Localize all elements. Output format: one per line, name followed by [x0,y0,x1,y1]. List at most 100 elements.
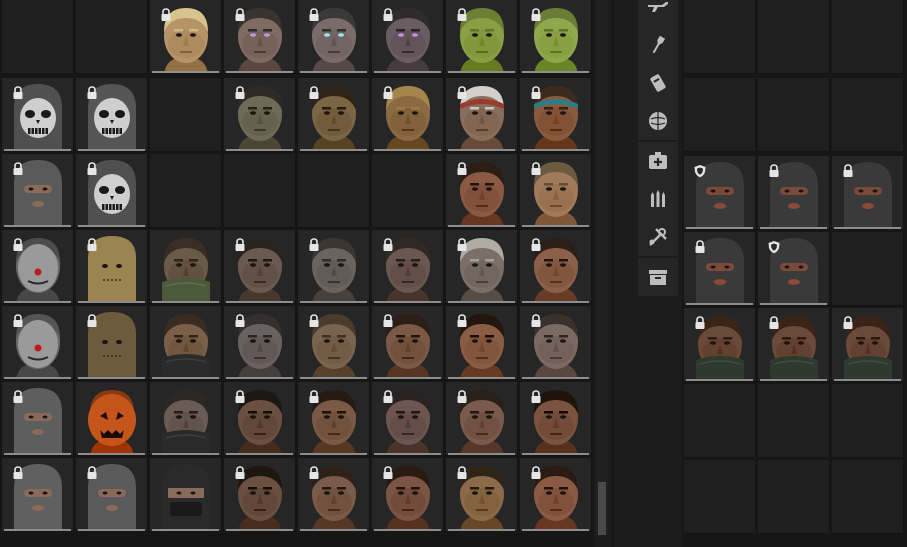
lock-icon [457,390,467,403]
face-item-slot[interactable] [684,308,756,382]
face-item-slot[interactable] [224,0,296,74]
face-item-slot[interactable] [2,306,74,380]
face-item-slot[interactable] [224,78,296,152]
face-item-slot[interactable] [76,78,148,152]
lock-icon [695,240,705,253]
face-item-slot[interactable] [76,154,148,228]
face-item-slot[interactable] [2,230,74,304]
category-tab-storage[interactable] [638,258,678,296]
face-item-slot[interactable] [150,0,222,74]
face-item-slot[interactable] [372,382,444,456]
slot-underline [522,377,589,379]
face-item-slot[interactable] [2,154,74,228]
face-item-slot[interactable] [520,382,592,456]
face-item-slot[interactable] [76,306,148,380]
face-item-slot[interactable] [758,232,830,306]
slot-underline [300,149,367,151]
face-item-slot[interactable] [832,156,904,230]
face-item-slot[interactable] [224,306,296,380]
face-item-slot[interactable] [224,382,296,456]
face-item-slot[interactable] [520,230,592,304]
lock-icon [383,8,393,21]
scrollbar-thumb[interactable] [598,482,606,535]
face-item-slot[interactable] [372,306,444,380]
face-item-slot[interactable] [758,308,830,382]
face-item-slot[interactable] [2,78,74,152]
slot-underline [78,453,145,455]
face-item-slot[interactable] [76,382,148,456]
face-item-slot[interactable] [150,230,222,304]
face-item-slot[interactable] [446,78,518,152]
face-item-slot[interactable] [298,0,370,74]
lock-icon [843,164,853,177]
face-item-slot[interactable] [298,306,370,380]
rifle-icon [648,2,668,12]
face-item-slot[interactable] [76,458,148,532]
slot-underline [834,227,901,229]
face-item-slot[interactable] [76,230,148,304]
lock-icon [457,86,467,99]
slot-underline [448,301,515,303]
slot-underline [226,529,293,531]
face-portrait [150,458,221,531]
slot-underline [374,453,441,455]
lock-icon [769,316,779,329]
face-item-slot[interactable] [150,458,222,532]
face-item-slot[interactable] [446,230,518,304]
face-item-slot[interactable] [224,230,296,304]
face-item-slot[interactable] [446,382,518,456]
category-tab-weapons[interactable] [638,0,678,26]
face-item-slot[interactable] [372,458,444,532]
shield-icon [768,241,780,254]
face-item-slot[interactable] [684,156,756,230]
face-item-slot[interactable] [758,156,830,230]
category-tab-medical[interactable] [638,142,678,180]
slot-underline [78,301,145,303]
face-item-slot[interactable] [520,0,592,74]
lock-icon [383,466,393,479]
slot-underline [300,453,367,455]
empty-slot [298,154,370,228]
slot-underline [300,301,367,303]
slot-underline [448,529,515,531]
category-tab-ammo-pouch[interactable] [638,102,678,140]
slot-underline [760,303,827,305]
face-item-slot[interactable] [298,382,370,456]
face-item-slot[interactable] [446,154,518,228]
face-item-slot[interactable] [520,306,592,380]
face-item-slot[interactable] [446,0,518,74]
lock-icon [457,314,467,327]
face-item-slot[interactable] [150,306,222,380]
lock-icon [235,238,245,251]
face-item-slot[interactable] [298,78,370,152]
category-tab-tools[interactable] [638,26,678,64]
face-item-slot[interactable] [372,230,444,304]
inventory-scrollbar[interactable] [596,0,608,535]
face-item-slot[interactable] [372,78,444,152]
medkit-icon [649,152,667,169]
lock-icon [769,164,779,177]
face-item-slot[interactable] [298,230,370,304]
slot-underline [300,377,367,379]
face-item-slot[interactable] [446,458,518,532]
face-item-slot[interactable] [520,458,592,532]
slot-underline [152,529,219,531]
face-item-slot[interactable] [520,154,592,228]
grenade-icon [650,74,666,92]
lock-icon [383,390,393,403]
face-item-slot[interactable] [150,382,222,456]
category-tab-explosives[interactable] [638,64,678,102]
slot-underline [78,149,145,151]
face-item-slot[interactable] [372,0,444,74]
category-tab-ammo[interactable] [638,180,678,218]
face-item-slot[interactable] [298,458,370,532]
face-item-slot[interactable] [446,306,518,380]
face-item-slot[interactable] [684,232,756,306]
face-item-slot[interactable] [520,78,592,152]
face-item-slot[interactable] [2,458,74,532]
slot-underline [4,149,71,151]
face-item-slot[interactable] [224,458,296,532]
face-item-slot[interactable] [2,382,74,456]
category-tab-crafting[interactable] [638,218,678,256]
face-item-slot[interactable] [832,308,904,382]
